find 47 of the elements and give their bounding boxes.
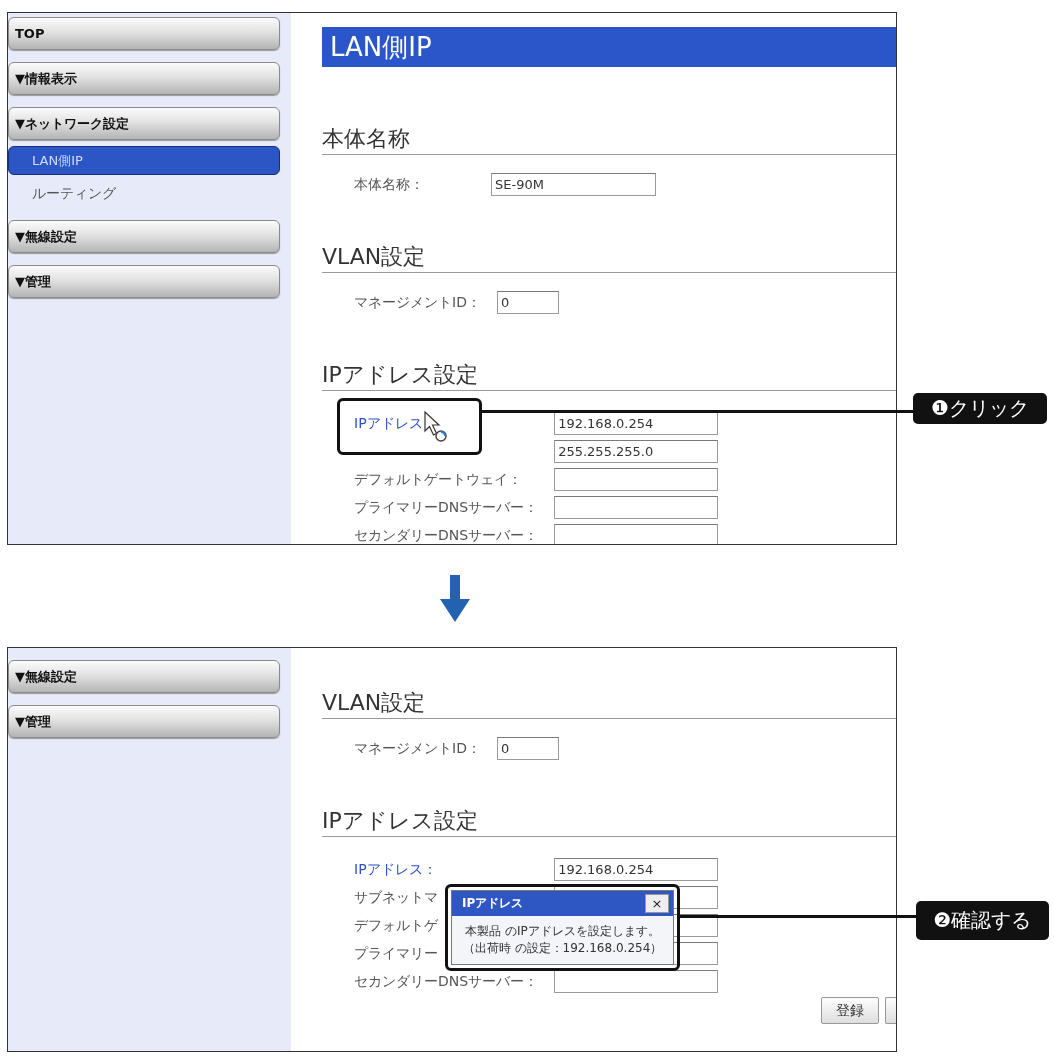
input-field[interactable]: 0	[496, 291, 559, 314]
page-title: LAN側IP	[322, 27, 896, 67]
menu-item[interactable]: LAN側IP	[8, 146, 280, 175]
field-label: プライマリー	[354, 944, 438, 963]
menu-group-button[interactable]: ▼管理	[8, 265, 280, 298]
input-field[interactable]	[554, 970, 719, 993]
input-field[interactable]: 192.168.0.254	[554, 412, 719, 435]
popup-text: （出荷時 の設定：192.168.0.254）	[462, 941, 663, 956]
field-label: セカンダリーDNSサーバー：	[354, 526, 539, 544]
field-label[interactable]: IPアドレス：	[354, 860, 437, 879]
clipped-button[interactable]	[885, 997, 896, 1024]
section-heading: 本体名称	[322, 126, 410, 151]
input-field[interactable]: 192.168.0.254	[554, 858, 719, 881]
section-heading: VLAN設定	[322, 690, 426, 715]
menu-group-button[interactable]: ▼情報表示	[8, 62, 280, 95]
callout-label: ❶クリック	[913, 393, 1047, 424]
input-field[interactable]	[554, 496, 719, 519]
field-label: デフォルトゲ	[354, 916, 438, 935]
menu-group-button[interactable]: ▼管理	[8, 705, 280, 738]
menu-group-button[interactable]: ▼無線設定	[8, 660, 280, 693]
input-field[interactable]: SE-90M	[491, 173, 656, 196]
register-button[interactable]: 登録	[821, 997, 879, 1024]
menu-group-button[interactable]: ▼無線設定	[8, 220, 280, 253]
section-heading: VLAN設定	[322, 244, 426, 269]
callout-label: ❷確認する	[916, 901, 1049, 940]
cursor-icon	[424, 411, 448, 443]
section-heading: IPアドレス設定	[322, 362, 478, 387]
field-label: デフォルトゲートウェイ：	[354, 470, 522, 489]
section-heading: IPアドレス設定	[322, 808, 478, 833]
field-label: 本体名称：	[354, 175, 424, 194]
input-field[interactable]: 0	[496, 737, 559, 760]
down-arrow-icon	[440, 575, 470, 622]
popup-title: IPアドレス	[462, 895, 524, 912]
field-label: セカンダリーDNSサーバー：	[354, 972, 539, 991]
field-label: マネージメントID：	[354, 293, 481, 312]
field-label: サブネットマ	[354, 888, 438, 907]
menu-group-button[interactable]: ▼ネットワーク設定	[8, 107, 280, 140]
field-label: マネージメントID：	[354, 739, 481, 758]
close-button[interactable]: ×	[645, 894, 669, 913]
field-label[interactable]: IPアドレス	[354, 414, 423, 433]
field-label: プライマリーDNSサーバー：	[354, 498, 539, 517]
input-field[interactable]	[554, 524, 719, 544]
input-field[interactable]: 255.255.255.0	[554, 440, 719, 463]
menu-item[interactable]: ルーティング	[8, 179, 280, 208]
popup-text: 本製品 のIPアドレスを設定します。	[465, 924, 660, 939]
input-field[interactable]	[554, 468, 719, 491]
menu-group-button[interactable]: TOP	[8, 17, 280, 50]
